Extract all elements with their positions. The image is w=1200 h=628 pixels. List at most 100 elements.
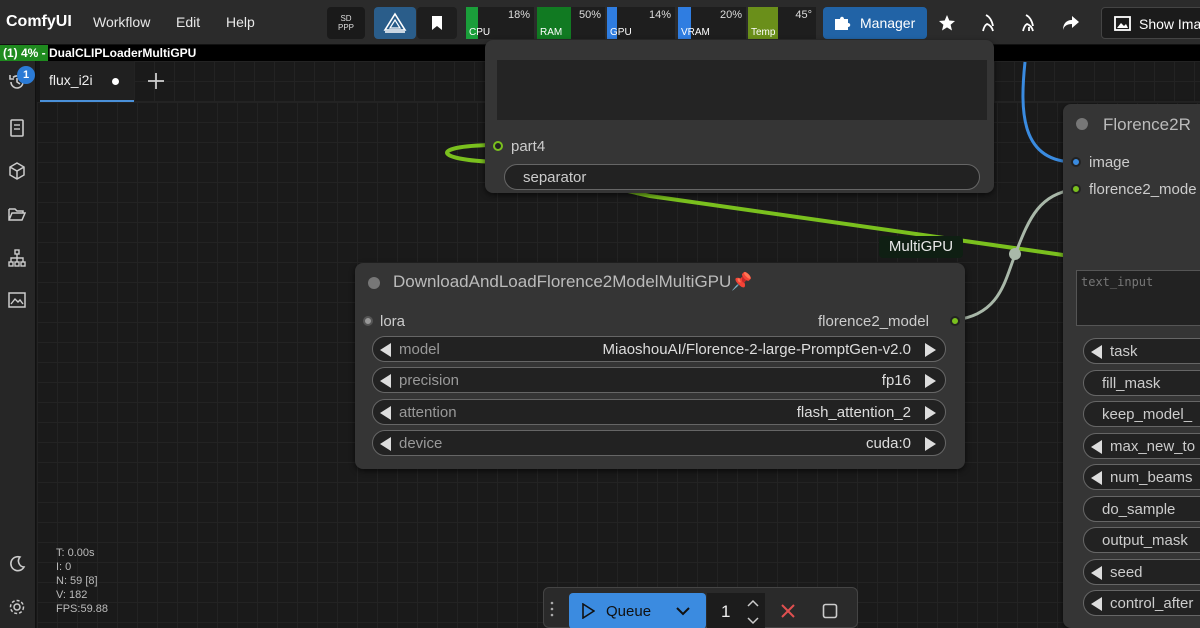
output-florence2-model-dot[interactable]	[950, 316, 960, 326]
queue-button[interactable]: Queue	[569, 593, 706, 628]
monitor-temp: 45° Temp	[748, 7, 816, 39]
monitor-ram: 50% RAM	[537, 7, 605, 39]
group-label-multigpu[interactable]: MultiGPU	[879, 236, 963, 258]
increment-arrow-icon[interactable]	[925, 406, 936, 420]
download-florence2-node[interactable]: DownloadAndLoadFlorence2ModelMultiGPU📌 l…	[355, 263, 965, 469]
sidebar-theme-toggle[interactable]	[6, 553, 28, 575]
decrement-arrow-icon[interactable]	[380, 374, 391, 388]
sidebar-model-library[interactable]	[6, 160, 28, 182]
unload-models-button[interactable]	[978, 12, 1000, 34]
stats-i: I: 0	[56, 561, 72, 573]
input-image-dot[interactable]	[1071, 157, 1081, 167]
decrement-arrow-icon[interactable]	[380, 343, 391, 357]
batch-count-input[interactable]: 1	[707, 593, 765, 628]
clear-queue-square-icon[interactable]	[822, 603, 838, 619]
string-split-node[interactable]: part4 separator	[485, 40, 994, 193]
free-memory-button[interactable]	[1018, 12, 1040, 34]
precision-combo[interactable]: precision fp16	[372, 367, 946, 393]
gear-icon	[9, 599, 25, 615]
do-sample-toggle[interactable]: do_sample	[1083, 496, 1200, 522]
manager-label: Manager	[860, 15, 916, 31]
queue-action-bar: Queue 1	[543, 587, 858, 628]
increment-arrow-icon[interactable]	[925, 343, 936, 357]
manager-button[interactable]: Manager	[823, 7, 927, 39]
separator-widget[interactable]: separator	[504, 164, 980, 190]
node-title[interactable]: Florence2R	[1103, 115, 1191, 135]
seed-label: seed	[1110, 564, 1143, 581]
monitor-vram: 20% VRAM	[678, 7, 746, 39]
output-florence2-model-label: florence2_model	[818, 313, 929, 330]
device-combo[interactable]: device cuda:0	[372, 430, 946, 456]
star-button[interactable]	[936, 12, 958, 34]
bookmark-button[interactable]	[417, 7, 457, 39]
output-mask-label: output_mask	[1102, 532, 1188, 549]
crystools-button[interactable]	[374, 7, 416, 39]
menu-help[interactable]: Help	[226, 14, 255, 30]
fill-mask-toggle[interactable]: fill_mask	[1083, 370, 1200, 396]
model-name: model	[399, 341, 440, 358]
new-tab-plus-icon[interactable]	[146, 71, 166, 91]
queue-button-label: Queue	[606, 603, 652, 620]
sidebar-settings[interactable]	[6, 596, 28, 618]
node-collapse-dot[interactable]	[368, 277, 380, 289]
input-florence2-model-dot[interactable]	[1071, 184, 1081, 194]
decrement-arrow-icon[interactable]	[1091, 566, 1102, 580]
monitor-vram-label: VRAM	[681, 27, 710, 38]
sdppp-label-top: SD	[340, 14, 352, 23]
decrement-arrow-icon[interactable]	[380, 406, 391, 420]
menu-edit[interactable]: Edit	[176, 14, 200, 30]
model-combo[interactable]: model MiaoshouAI/Florence-2-large-Prompt…	[372, 336, 946, 362]
drag-handle-icon[interactable]	[549, 601, 555, 617]
crystools-icon	[383, 12, 407, 33]
sdppp-button[interactable]: SD PPP	[327, 7, 365, 39]
text-input-field[interactable]: text_input	[1076, 270, 1200, 326]
task-combo[interactable]: task	[1083, 338, 1200, 364]
monitor-cpu-value: 18%	[507, 9, 530, 21]
star-icon	[939, 15, 955, 31]
sdppp-label-bottom: PPP	[337, 23, 354, 32]
monitor-ram-value: 50%	[578, 9, 601, 21]
app-brand[interactable]: ComfyUI	[6, 13, 72, 31]
node-collapse-dot[interactable]	[1076, 118, 1088, 130]
control-after-generate-combo[interactable]: control_after	[1083, 590, 1200, 616]
book-icon	[10, 119, 24, 137]
max-new-tokens-stepper[interactable]: max_new_to	[1083, 433, 1200, 459]
decrement-arrow-icon[interactable]	[1091, 597, 1102, 611]
sidebar-node-library[interactable]	[6, 117, 28, 139]
florence2-run-node[interactable]: Florence2R image florence2_mode task fil…	[1063, 104, 1200, 628]
increment-arrow-icon[interactable]	[925, 374, 936, 388]
decrement-arrow-icon[interactable]	[1091, 471, 1102, 485]
sidebar-workflows[interactable]	[6, 203, 28, 225]
stepper-up-icon[interactable]	[747, 599, 759, 607]
menu-workflow[interactable]: Workflow	[93, 14, 150, 30]
increment-arrow-icon[interactable]	[925, 437, 936, 451]
batch-count-value: 1	[721, 602, 731, 621]
share-button[interactable]	[1060, 12, 1082, 34]
unsaved-dot-icon[interactable]	[112, 78, 119, 85]
input-lora-dot[interactable]	[363, 316, 373, 326]
folder-open-icon	[8, 208, 26, 221]
output-mask-toggle[interactable]: output_mask	[1083, 527, 1200, 553]
num-beams-stepper[interactable]: num_beams	[1083, 464, 1200, 490]
seed-stepper[interactable]: seed	[1083, 559, 1200, 585]
gallery-icon	[8, 292, 26, 308]
decrement-arrow-icon[interactable]	[1091, 440, 1102, 454]
decrement-arrow-icon[interactable]	[380, 437, 391, 451]
output-part4-label: part4	[511, 138, 546, 155]
keep-model-label: keep_model_	[1102, 406, 1193, 423]
node-title[interactable]: DownloadAndLoadFlorence2ModelMultiGPU📌	[393, 272, 752, 292]
do-sample-label: do_sample	[1102, 501, 1176, 518]
device-name: device	[399, 435, 443, 452]
sidebar-image-gallery[interactable]	[6, 289, 28, 311]
chevron-down-icon[interactable]	[675, 605, 691, 617]
tab-flux-i2i[interactable]: flux_i2i	[40, 61, 134, 102]
keep-model-toggle[interactable]: keep_model_	[1083, 401, 1200, 427]
input-image-label: image	[1089, 154, 1130, 171]
show-image-button[interactable]: Show Ima	[1101, 7, 1200, 39]
output-part4-dot[interactable]	[493, 141, 503, 151]
attention-combo[interactable]: attention flash_attention_2	[372, 399, 946, 425]
sidebar-node-map[interactable]	[6, 247, 28, 269]
cancel-close-icon[interactable]	[780, 603, 796, 619]
stepper-down-icon[interactable]	[747, 617, 759, 625]
decrement-arrow-icon[interactable]	[1091, 345, 1102, 359]
